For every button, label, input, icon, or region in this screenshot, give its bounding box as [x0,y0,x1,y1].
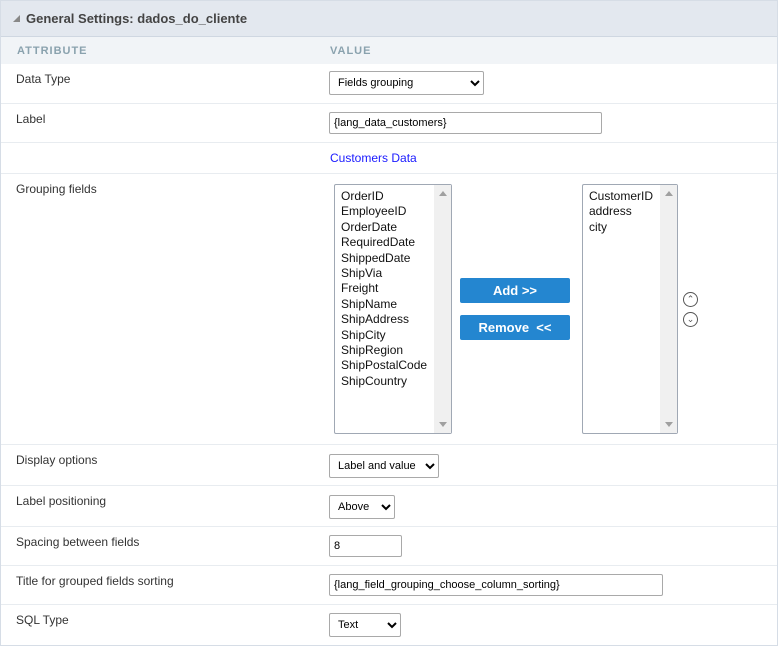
scrollbar[interactable] [434,185,451,433]
remove-button[interactable]: Remove << [460,315,570,340]
row-preview: Customers Data [1,143,777,174]
value-column-header: VALUE [330,44,372,57]
scroll-up-icon[interactable] [439,191,447,196]
scroll-down-icon[interactable] [439,422,447,427]
panel-header[interactable]: General Settings: dados_do_cliente [1,1,777,37]
data-type-label: Data Type [16,72,71,86]
row-label-positioning: Label positioning Above [1,486,777,527]
panel-title: General Settings: dados_do_cliente [26,11,248,26]
sql-type-select[interactable]: Text [329,613,401,637]
label-label: Label [16,112,46,126]
available-fields-list[interactable]: OrderID EmployeeID OrderDate RequiredDate Sh… [334,184,452,434]
row-label: Label [1,104,777,143]
column-header: ATTRIBUTE VALUE [1,37,777,64]
sort-title-input[interactable] [329,574,663,596]
spacing-label: Spacing between fields [16,535,140,549]
grouping-fields-label: Grouping fields [16,182,97,196]
spacing-input[interactable] [329,535,402,557]
add-button[interactable]: Add >> [460,278,570,303]
sql-type-label: SQL Type [16,613,69,627]
data-type-select[interactable]: Fields grouping [329,71,484,95]
display-options-label: Display options [16,453,98,467]
row-sql-type: SQL Type Text [1,605,777,646]
scrollbar[interactable] [660,185,677,433]
label-positioning-label: Label positioning [16,494,107,508]
scroll-up-icon[interactable] [665,191,673,196]
row-sort-title: Title for grouped fields sorting [1,566,777,605]
row-grouping-fields: Grouping fields OrderID EmployeeID OrderDa… [1,174,777,445]
attribute-column-header: ATTRIBUTE [17,44,88,57]
customers-data-link[interactable]: Customers Data [330,151,417,165]
general-settings-panel: General Settings: dados_do_cliente ATTRI… [0,0,778,646]
selected-fields-list[interactable]: CustomerID address city [582,184,678,434]
display-options-select[interactable]: Label and value [329,454,439,478]
label-positioning-select[interactable]: Above [329,495,395,519]
row-display-options: Display options Label and value [1,445,777,486]
scroll-down-icon[interactable] [665,422,673,427]
sort-title-label: Title for grouped fields sorting [16,574,174,588]
label-input[interactable] [329,112,602,134]
row-spacing: Spacing between fields [1,527,777,566]
collapse-triangle-icon[interactable] [13,15,20,22]
move-down-icon[interactable]: ⌄ [683,312,698,327]
move-up-icon[interactable]: ⌃ [683,292,698,307]
row-data-type: Data Type Fields grouping [1,64,777,104]
